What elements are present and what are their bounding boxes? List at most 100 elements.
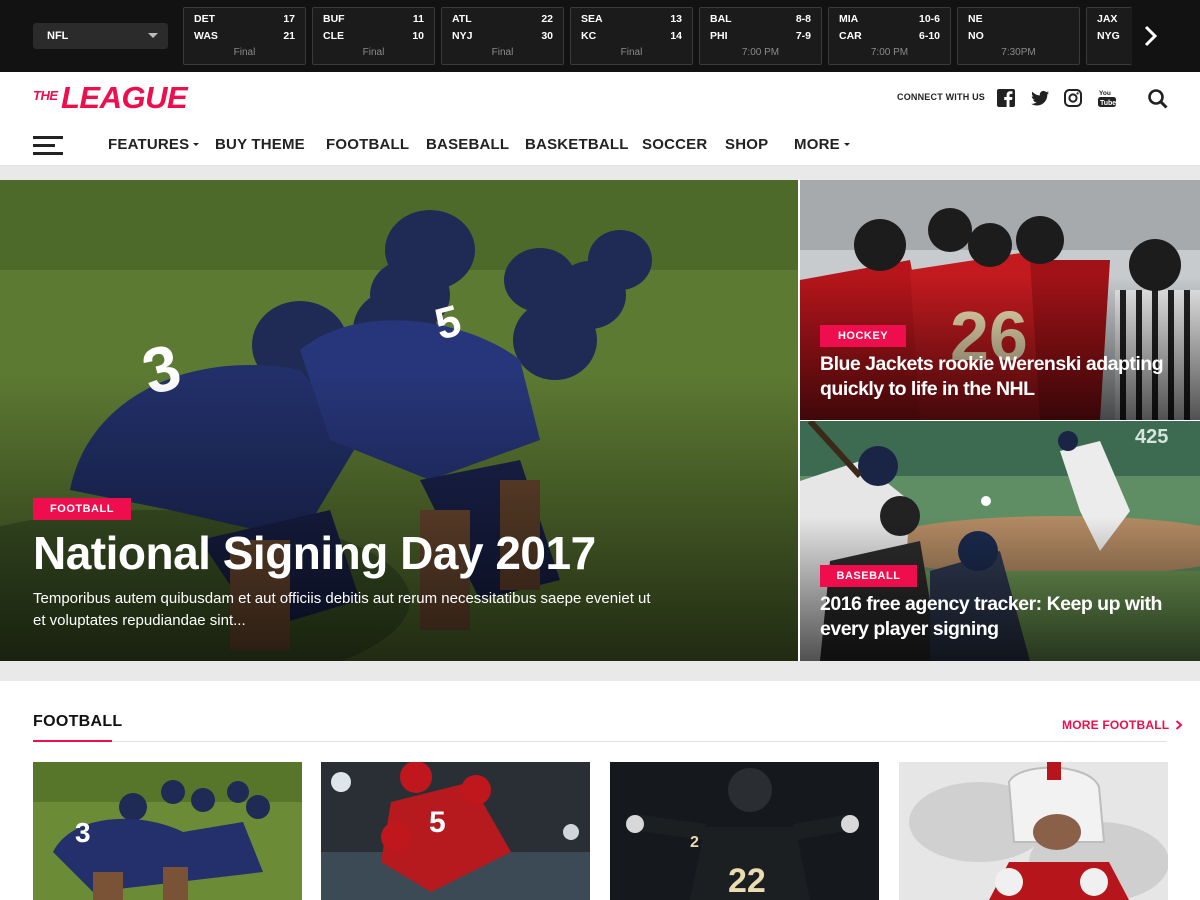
hero-side-article-hockey[interactable]: 26 HOCKEY Blue Jackets rookie Werenski a…: [800, 180, 1200, 420]
nav-item-basketball[interactable]: BASKETBALL: [525, 136, 629, 153]
nav-item-football[interactable]: FOOTBALL: [326, 136, 409, 153]
team-score: 11: [412, 13, 424, 25]
nav-item-label: FOOTBALL: [326, 136, 410, 153]
svg-text:2: 2: [690, 834, 699, 851]
game-status: 7:30PM: [1001, 47, 1036, 58]
article-thumbnail[interactable]: 5: [321, 762, 590, 900]
game-status: 7:00 PM: [870, 47, 909, 58]
scores-bar: NFL DET 17 WAS 21 Final BUF 11 CLE 10 Final …: [0, 0, 1200, 72]
team-name: NO: [968, 30, 984, 42]
chevron-right-icon: [1175, 720, 1183, 730]
team-name: JAX: [1097, 13, 1118, 25]
chevron-right-icon: [1144, 25, 1158, 47]
nav-item-more[interactable]: MORE: [794, 136, 850, 153]
nav-item-soccer[interactable]: SOCCER: [642, 136, 707, 153]
team-name: DET: [194, 13, 215, 25]
game-status: Final: [362, 47, 385, 58]
team-score: 13: [670, 13, 682, 25]
hero-main-category[interactable]: FOOTBALL: [33, 498, 131, 520]
team-score: 14: [670, 30, 682, 42]
facebook-icon[interactable]: [996, 88, 1016, 108]
team-name: NE: [968, 13, 983, 25]
team-score: 30: [541, 30, 553, 42]
main-nav: FEATURES BUY THEME FOOTBALL BASEBALL BAS…: [0, 124, 1200, 166]
team-name: WAS: [194, 30, 218, 42]
game-status: 7:00 PM: [741, 47, 780, 58]
team-name: NYJ: [452, 30, 473, 42]
nav-item-features[interactable]: FEATURES: [108, 136, 200, 153]
game-status: Final: [233, 47, 256, 58]
nav-item-shop[interactable]: SHOP: [725, 136, 768, 153]
caret-down-icon: [148, 33, 158, 38]
hero-side-category[interactable]: BASEBALL: [820, 565, 917, 587]
game-card[interactable]: ATL 22 NYJ 30 Final: [441, 7, 564, 65]
nav-item-label: BUY THEME: [215, 136, 305, 153]
team-name: ATL: [452, 13, 472, 25]
team-record: 6-10: [918, 30, 940, 42]
game-card[interactable]: JAX NYG: [1086, 7, 1132, 65]
team-record: 7-9: [795, 30, 811, 42]
thumbnail-image: [899, 762, 1168, 900]
team-name: PHI: [710, 30, 728, 42]
game-card[interactable]: MIA 10-6 CAR 6-10 7:00 PM: [828, 7, 951, 65]
caret-down-icon: [843, 143, 850, 146]
game-card[interactable]: BUF 11 CLE 10 Final: [312, 7, 435, 65]
league-select[interactable]: NFL: [33, 23, 168, 49]
game-card[interactable]: SEA 13 KC 14 Final: [570, 7, 693, 65]
team-name: BAL: [710, 13, 732, 25]
team-name: BUF: [323, 13, 345, 25]
article-thumbnail[interactable]: [899, 762, 1168, 900]
article-thumbnail[interactable]: 3: [33, 762, 302, 900]
logo-league: LEAGUE: [61, 80, 188, 115]
hero-main-title[interactable]: National Signing Day 2017: [33, 526, 773, 580]
nav-item-label: FEATURES: [108, 136, 190, 153]
nav-item-label: SHOP: [725, 136, 769, 153]
svg-text:5: 5: [429, 806, 446, 839]
svg-text:425: 425: [1135, 426, 1168, 448]
twitter-icon[interactable]: [1030, 88, 1050, 108]
svg-text:Tube: Tube: [1100, 100, 1116, 107]
hero-main-article[interactable]: 3 5 FOOTBALL National Signing Day 2017 T…: [0, 180, 798, 661]
hero-side-article-baseball[interactable]: 425 BASEBALL 2016 free agency tracker: K…: [800, 421, 1200, 661]
scores-next-button[interactable]: [1132, 0, 1170, 72]
divider: [0, 661, 1200, 681]
league-select-value: NFL: [47, 30, 69, 42]
thumbnail-image: 5: [321, 762, 590, 900]
game-status: Final: [620, 47, 643, 58]
more-football-link[interactable]: MORE FOOTBALL: [1062, 718, 1183, 732]
svg-text:22: 22: [728, 862, 766, 900]
thumbnail-image: 3: [33, 762, 302, 900]
thumbnail-image: 22 2: [610, 762, 879, 900]
team-score: 17: [283, 13, 295, 25]
game-card[interactable]: DET 17 WAS 21 Final: [183, 7, 306, 65]
nav-item-label: SOCCER: [642, 136, 708, 153]
game-card[interactable]: BAL 8-8 PHI 7-9 7:00 PM: [699, 7, 822, 65]
nav-item-label: BASEBALL: [426, 136, 510, 153]
hero-side-title[interactable]: Blue Jackets rookie Werenski adapting qu…: [820, 352, 1190, 402]
nav-item-buy-theme[interactable]: BUY THEME: [215, 136, 305, 153]
team-name: CAR: [839, 30, 862, 42]
more-link-label: MORE FOOTBALL: [1062, 718, 1170, 732]
team-name: MIA: [839, 13, 859, 25]
game-status: Final: [491, 47, 514, 58]
article-thumbnail[interactable]: 22 2: [610, 762, 879, 900]
instagram-icon[interactable]: [1063, 88, 1083, 108]
divider: [0, 166, 1200, 180]
nav-item-baseball[interactable]: BASEBALL: [426, 136, 509, 153]
youtube-icon[interactable]: You Tube: [1097, 88, 1117, 108]
team-name: KC: [581, 30, 597, 42]
team-score: 22: [541, 13, 553, 25]
game-card[interactable]: NE NO 7:30PM: [957, 7, 1080, 65]
team-record: 10-6: [918, 13, 940, 25]
svg-text:You: You: [1099, 90, 1111, 97]
hero-side-category[interactable]: HOCKEY: [820, 325, 906, 347]
hero-side-title[interactable]: 2016 free agency tracker: Keep up with e…: [820, 592, 1190, 642]
section-title-underline: [33, 740, 112, 742]
team-score: 10: [412, 30, 424, 42]
team-name: NYG: [1097, 30, 1120, 42]
search-button[interactable]: [1147, 88, 1169, 110]
divider: [112, 741, 1167, 742]
svg-text:3: 3: [75, 817, 91, 848]
hamburger-icon[interactable]: [33, 136, 63, 156]
logo-the: THE: [33, 88, 58, 103]
